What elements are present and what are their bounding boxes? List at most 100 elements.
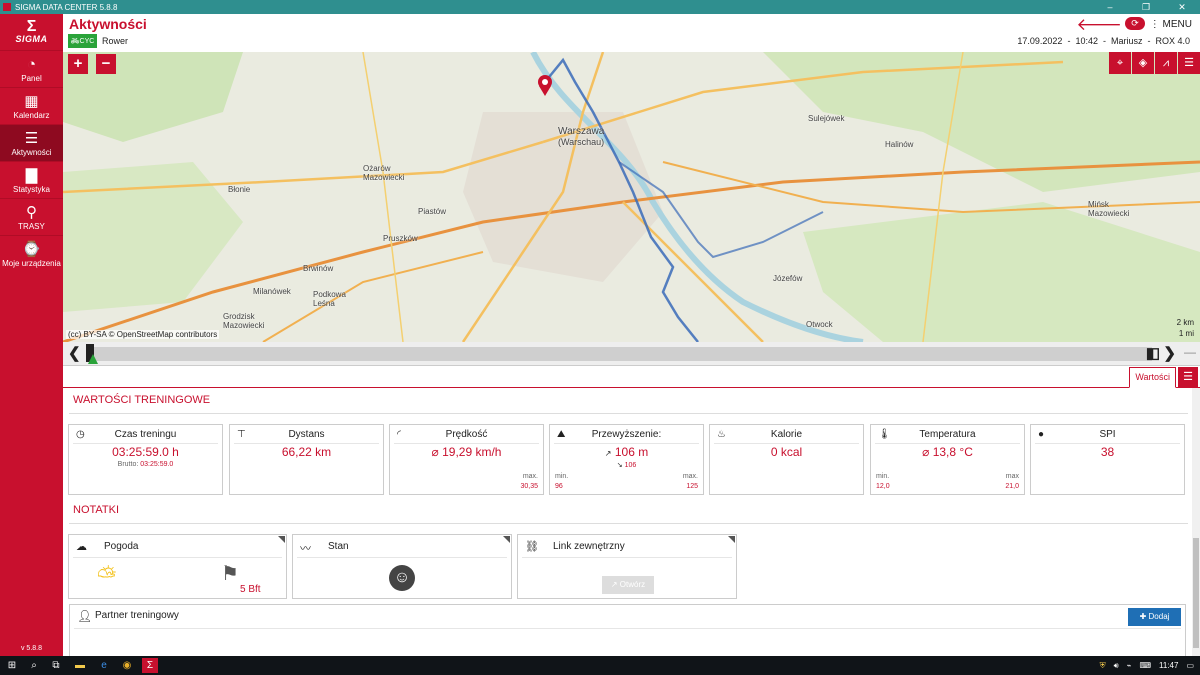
cloud-icon: ☁ [76, 541, 87, 553]
collapse-icon[interactable]: — [1184, 345, 1196, 359]
sidebar-item-label: TRASY [18, 221, 45, 231]
timeline-track[interactable] [93, 347, 1152, 361]
note-link-zewnetrzny[interactable]: ⛓ Link zewnętrzny ↗ Otwórz [517, 534, 737, 599]
sidebar-item-moje-urzadzenia[interactable]: ⌚ Moje urządzenia [0, 235, 63, 272]
elevation-chart-icon[interactable]: ⩘ [1155, 52, 1177, 74]
max-label: max. [522, 473, 538, 480]
duration-value: 03:25:59.0 h [112, 445, 179, 459]
activity-time: 10:42 [1075, 36, 1098, 46]
details-tabbar: Wartości ☰ [63, 366, 1200, 388]
activity-meta: 17.09.2022 - 10:42 - Mariusz - ROX 4.0 [1017, 36, 1190, 46]
card-spi: ● SPI 38 [1030, 424, 1185, 495]
descent-icon: ↘ [616, 462, 623, 469]
page-title: Aktywności [69, 16, 147, 32]
card-divider [394, 443, 539, 444]
card-divider [73, 443, 218, 444]
map-label: Milanówek [253, 287, 291, 296]
sidebar-item-label: Aktywności [11, 147, 52, 157]
map-label: Mińsk Mazowiecki [1088, 200, 1130, 218]
values-section-title: WARTOŚCI TRENINGOWE [73, 394, 211, 406]
calendar-icon: ▦ [24, 92, 39, 110]
map-label: Piastów [418, 207, 447, 216]
chevron-left-icon[interactable]: ❮ [68, 344, 81, 362]
locate-icon[interactable]: ⌖ [1109, 52, 1131, 74]
network-icon[interactable]: ⌁ [1127, 661, 1132, 670]
max-label: max. [682, 473, 698, 480]
tab-wartosci[interactable]: Wartości [1129, 367, 1176, 388]
bike-icon: 🚲︎ [70, 38, 80, 45]
note-stan[interactable]: 〰 Stan ☺ [292, 534, 512, 599]
sidebar-item-panel[interactable]: ◔ Panel [0, 50, 63, 87]
sidebar-item-label: Moje urządzenia [2, 258, 61, 268]
map-label: Warszawa [558, 126, 605, 137]
device-name: ROX 4.0 [1155, 36, 1190, 46]
temperature-avg-value: ⌀ 13,8 °C [922, 445, 973, 459]
card-divider [554, 443, 699, 444]
volume-icon[interactable]: 🔊︎ [1114, 661, 1119, 671]
clock[interactable]: 11:47 [1159, 661, 1178, 670]
language-icon[interactable]: ⌨ [1139, 661, 1151, 670]
zoom-out-button[interactable]: − [96, 54, 116, 74]
close-button[interactable]: ✕ [1164, 0, 1200, 14]
cloud-sync-icon[interactable]: ⟳ [1125, 17, 1145, 30]
app-version: v 5.8.8 [20, 645, 42, 652]
map-label: (Warschau) [558, 137, 605, 147]
note-divider [297, 557, 507, 558]
notifications-icon[interactable]: ▭ [1186, 661, 1194, 670]
card-divider [714, 443, 859, 444]
descent-value: ↘ 106 [616, 462, 637, 469]
note-pogoda[interactable]: ☁ Pogoda ⛅︎ ⚑ 5 Bft [68, 534, 287, 599]
search-icon[interactable]: ⌕ [26, 658, 42, 673]
map-canvas [63, 52, 1200, 342]
smiley-face-icon: ☺ [389, 565, 415, 591]
section-divider [69, 523, 1188, 524]
partner-label: Partner treningowy [95, 610, 179, 621]
sigma-app-taskbar-icon[interactable]: Σ [142, 658, 158, 673]
back-arrow-icon[interactable]: 🡐 [1076, 15, 1122, 35]
end-handle-icon[interactable]: ◧ [1146, 344, 1160, 362]
sidebar-item-trasy[interactable]: ⚲ TRASY [0, 198, 63, 235]
start-pin-icon [88, 354, 98, 364]
plus-icon: ✚ [1139, 612, 1147, 621]
wind-value: 5 Bft [240, 584, 261, 595]
windows-start-icon[interactable]: ⊞ [4, 658, 20, 673]
min-label: min. [876, 473, 890, 480]
sigma-logo[interactable]: Σ SIGMA [0, 14, 63, 50]
add-partner-button[interactable]: ✚ Dodaj [1128, 608, 1181, 626]
minimize-button[interactable]: – [1092, 0, 1128, 14]
list-icon: ☰ [24, 129, 39, 147]
note-divider [73, 557, 282, 558]
temperature-max-value: 21,0 [1005, 483, 1019, 490]
maximize-button[interactable]: ❐ [1128, 0, 1164, 14]
content-scrollbar[interactable] [1192, 388, 1200, 656]
altitude-max-value: 125 [686, 483, 698, 490]
ascent-icon: ↗ [604, 449, 612, 458]
sidebar-item-statystyka[interactable]: ▇ Statystyka [0, 161, 63, 198]
sidebar-item-kalendarz[interactable]: ▦ Kalendarz [0, 87, 63, 124]
sidebar-item-aktywnosci[interactable]: ☰ Aktywności [0, 124, 63, 161]
scrollbar-thumb[interactable] [1193, 538, 1199, 648]
menu-button[interactable]: ⋮ MENU [1150, 19, 1192, 30]
window-title: SIGMA DATA CENTER 5.8.8 [15, 2, 118, 12]
file-explorer-icon[interactable]: ▬ [72, 658, 88, 673]
layers-icon[interactable]: ◈ [1132, 52, 1154, 74]
ascent-value: ↗ 106 m [604, 445, 649, 459]
edge-browser-icon[interactable]: e [96, 658, 112, 673]
user-name: Mariusz [1110, 36, 1143, 46]
route-map[interactable]: Warszawa (Warschau) Sulejówek Halinów Oż… [63, 52, 1200, 342]
open-link-button[interactable]: ↗ Otwórz [602, 576, 654, 594]
wind-flag-icon: ⚑ [221, 563, 239, 585]
panel-divider [74, 628, 1181, 629]
map-toolbar: ⌖ ◈ ⩘ ☰ [1108, 52, 1200, 74]
sport-badge: 🚲︎ CYC [68, 34, 97, 48]
chevron-right-icon[interactable]: ❯ [1163, 344, 1176, 362]
map-label: Józefów [773, 274, 803, 283]
map-label: Brwinów [303, 264, 334, 273]
chrome-browser-icon[interactable]: ◉ [119, 658, 135, 673]
map-label: Ożarów Mazowiecki [363, 164, 405, 182]
zoom-in-button[interactable]: + [68, 54, 88, 74]
list-icon[interactable]: ☰ [1178, 52, 1200, 74]
task-view-icon[interactable]: ⧉ [48, 658, 64, 673]
shield-icon[interactable]: ⛨ [1100, 661, 1106, 671]
list-view-icon[interactable]: ☰ [1178, 367, 1198, 387]
